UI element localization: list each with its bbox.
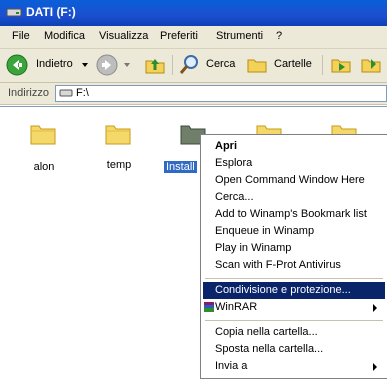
menu-item-label: Enqueue in Winamp — [215, 225, 315, 237]
menu-item-enqueue-winamp[interactable]: Enqueue in Winamp — [203, 223, 385, 240]
title-bar: DATI (F:) — [0, 0, 387, 26]
toolbar-separator — [172, 55, 173, 75]
menu-help[interactable]: ? — [276, 30, 282, 42]
drive-icon — [59, 89, 73, 97]
menu-item-sposta-cartella[interactable]: Sposta nella cartella... — [203, 341, 385, 358]
search-button[interactable]: Cerca — [178, 54, 240, 76]
menu-item-play-winamp[interactable]: Play in Winamp — [203, 240, 385, 257]
search-label: Cerca — [206, 58, 236, 70]
menu-item-copia-cartella[interactable]: Copia nella cartella... — [203, 324, 385, 341]
address-input[interactable]: F:\ — [55, 85, 387, 102]
context-menu: Apri Esplora Open Command Window Here Ce… — [200, 134, 387, 379]
menu-item-label: Apri — [215, 140, 237, 152]
menu-item-cerca[interactable]: Cerca... — [203, 189, 385, 206]
menu-modifica[interactable]: Modifica — [44, 30, 85, 42]
drive-icon — [6, 8, 22, 17]
folder-label: alon — [33, 161, 55, 173]
menu-item-apri[interactable]: Apri — [203, 138, 385, 155]
menu-item-esplora[interactable]: Esplora — [203, 155, 385, 172]
back-button[interactable]: Indietro — [6, 54, 92, 76]
menu-item-fprot-scan[interactable]: Scan with F-Prot Antivirus — [203, 257, 385, 274]
menu-item-winamp-bookmark[interactable]: Add to Winamp's Bookmark list — [203, 206, 385, 223]
menu-item-label: WinRAR — [215, 301, 258, 313]
menu-file[interactable]: File — [12, 30, 30, 42]
forward-button[interactable] — [96, 54, 134, 76]
folder-item-alon[interactable]: alon — [14, 117, 74, 177]
menu-item-label: Esplora — [215, 157, 253, 169]
menu-bar: File Modifica Visualizza Preferiti Strum… — [0, 26, 387, 49]
forward-arrow-icon — [96, 54, 118, 76]
menu-item-label: Play in Winamp — [215, 242, 292, 254]
back-label: Indietro — [36, 58, 73, 70]
menu-item-label: Sposta nella cartella... — [215, 343, 324, 355]
submenu-arrow-icon — [373, 304, 377, 312]
folders-icon — [247, 59, 267, 73]
window-title: DATI (F:) — [26, 5, 76, 19]
back-dropdown-icon[interactable] — [82, 63, 88, 67]
menu-item-winrar[interactable]: WinRAR — [203, 299, 385, 316]
folders-label: Cartelle — [274, 58, 312, 70]
address-bar: Indirizzo F:\ — [0, 83, 387, 105]
folder-label-selected: Install — [164, 161, 197, 173]
menu-item-label: Add to Winamp's Bookmark list — [215, 208, 367, 220]
menu-strumenti[interactable]: Strumenti — [216, 30, 263, 42]
forward-dropdown-icon[interactable] — [124, 63, 130, 67]
menu-preferiti[interactable]: Preferiti — [160, 30, 198, 42]
move-to-icon[interactable] — [330, 54, 352, 76]
menu-item-label: Scan with F-Prot Antivirus — [215, 259, 341, 271]
menu-separator — [205, 278, 383, 279]
copy-to-icon[interactable] — [360, 54, 382, 76]
menu-item-label: Condivisione e protezione... — [215, 284, 351, 296]
menu-item-invia-a[interactable]: Invia a — [203, 358, 385, 375]
menu-item-label: Open Command Window Here — [215, 174, 365, 186]
toolbar-separator — [322, 55, 323, 75]
menu-visualizza[interactable]: Visualizza — [99, 30, 148, 42]
submenu-arrow-icon — [373, 363, 377, 371]
folder-icon — [30, 125, 56, 145]
folder-icon — [105, 125, 131, 145]
back-arrow-icon — [6, 54, 28, 76]
folders-button[interactable]: Cartelle — [246, 54, 316, 76]
menu-item-condivisione[interactable]: Condivisione e protezione... — [203, 282, 385, 299]
address-value: F:\ — [76, 87, 89, 99]
folder-label: temp — [106, 159, 132, 171]
search-icon — [179, 55, 198, 74]
menu-item-label: Invia a — [215, 360, 248, 372]
menu-separator — [205, 320, 383, 321]
toolbar: Indietro Cerca Cartelle — [0, 49, 387, 83]
menu-item-open-command-window[interactable]: Open Command Window Here — [203, 172, 385, 189]
menu-item-label: Copia nella cartella... — [215, 326, 318, 338]
menu-item-label: Cerca... — [215, 191, 254, 203]
winrar-icon — [204, 302, 214, 312]
folder-item-temp[interactable]: temp — [89, 117, 149, 177]
up-folder-icon[interactable] — [144, 54, 166, 76]
address-label: Indirizzo — [8, 87, 49, 99]
